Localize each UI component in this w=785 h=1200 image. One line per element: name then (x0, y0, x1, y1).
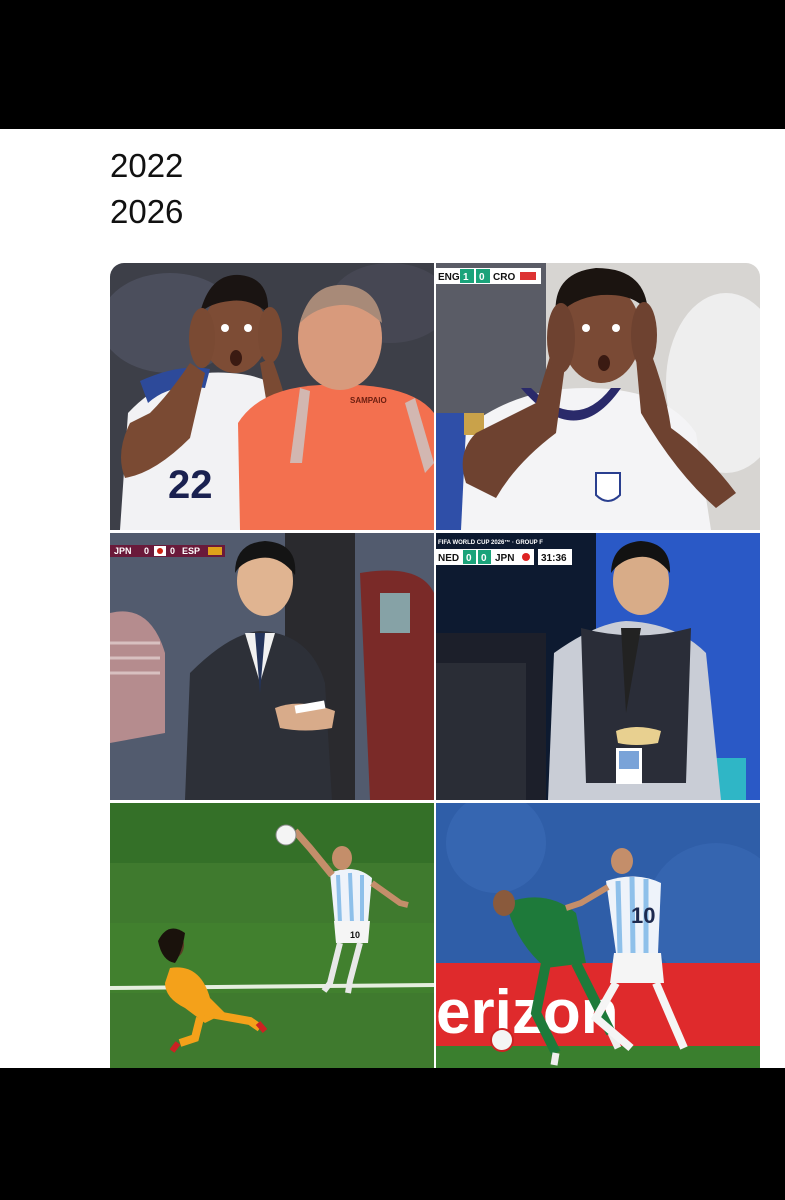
photo-2-away-score: 0 (479, 272, 485, 283)
photo-4-away-score: 0 (481, 553, 487, 564)
photo-2-away-team: CRO (493, 272, 515, 283)
photo-tile-2[interactable]: ENG 1 0 CRO (436, 263, 760, 530)
caption-line-1: 2022 (110, 147, 184, 184)
photo-3-illustration: JPN 0 0 ESP (110, 533, 434, 800)
photo-grid[interactable]: 22 SAMPAIO ENG 1 0 CRO JPN 0 0 ESP FIFA … (110, 263, 760, 1068)
post-caption: 2022 2026 (110, 143, 183, 235)
photo-4-home-score: 0 (466, 553, 472, 564)
photo-1-shirt-number: 22 (168, 463, 213, 507)
photo-1-referee-name: SAMPAIO (350, 396, 387, 405)
caption-line-2: 2026 (110, 193, 184, 230)
photo-6-illustration: erizon 10 (436, 803, 760, 1068)
photo-4-clock: 31:36 (541, 553, 567, 564)
photo-4-home-team: NED (438, 553, 459, 564)
photo-3-home-team: JPN (114, 546, 132, 556)
photo-2-home-score: 1 (463, 272, 469, 283)
photo-5-shirt-number: 10 (350, 930, 360, 940)
photo-tile-5[interactable]: 10 (110, 803, 434, 1068)
photo-tile-4[interactable]: FIFA WORLD CUP 2026™ · GROUP F NED 0 0 J… (436, 533, 760, 800)
photo-4-tournament: FIFA WORLD CUP 2026™ · GROUP F (438, 539, 543, 546)
photo-3-home-score: 0 (144, 546, 149, 556)
photo-4-away-team: JPN (495, 553, 514, 564)
photo-2-illustration: ENG 1 0 CRO (436, 263, 760, 530)
photo-3-scorebug: JPN 0 0 ESP (110, 545, 225, 557)
photo-5-illustration: 10 (110, 803, 434, 1068)
photo-6-shirt-number: 10 (631, 903, 655, 928)
photo-1-illustration: 22 SAMPAIO (110, 263, 434, 530)
photo-tile-1[interactable]: 22 SAMPAIO (110, 263, 434, 530)
photo-2-scorebug: ENG 1 0 CRO (436, 268, 541, 284)
photo-tile-6[interactable]: erizon 10 (436, 803, 760, 1068)
photo-4-illustration: FIFA WORLD CUP 2026™ · GROUP F NED 0 0 J… (436, 533, 760, 800)
photo-tile-3[interactable]: JPN 0 0 ESP (110, 533, 434, 800)
photo-3-away-team: ESP (182, 546, 200, 556)
photo-2-home-team: ENG (438, 272, 460, 283)
photo-3-away-score: 0 (170, 546, 175, 556)
